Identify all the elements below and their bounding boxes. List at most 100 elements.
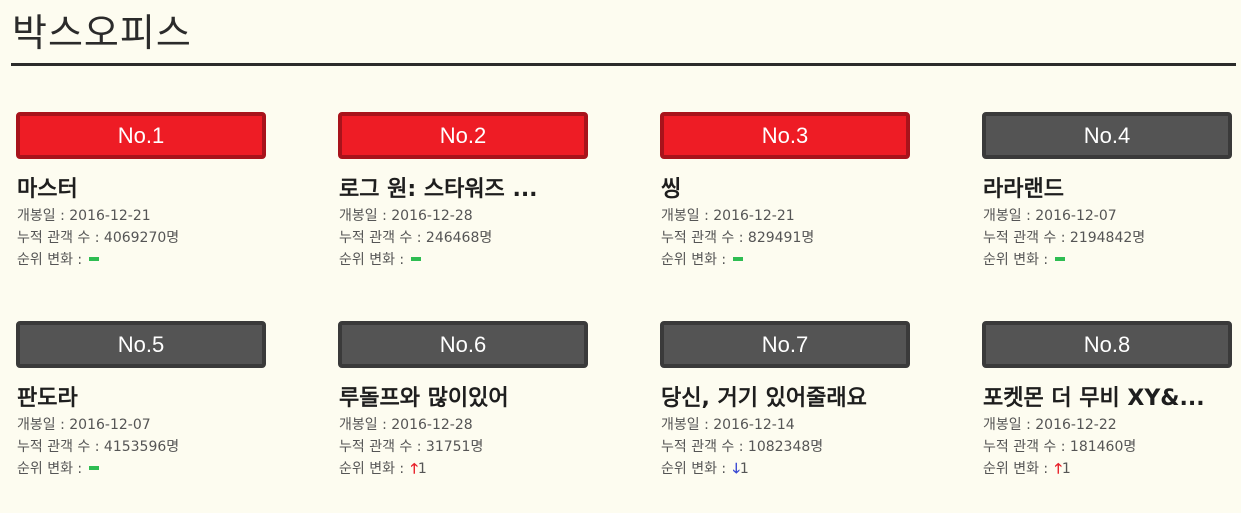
movie-title[interactable]: 당신, 거기 있어줄래요 <box>661 384 911 414</box>
open-date-value: 2016-12-28 <box>391 417 473 433</box>
arrow-up-icon: 🡑 <box>1054 461 1062 477</box>
open-date-line: 개봉일 : 2016-12-07 <box>17 414 266 436</box>
open-date-line: 개봉일 : 2016-12-22 <box>983 414 1232 436</box>
audience-unit: 명 <box>801 230 815 246</box>
open-date-label: 개봉일 : <box>661 208 714 224</box>
rank-badge: No.3 <box>660 112 910 159</box>
page-title: 박스오피스 <box>12 11 192 55</box>
movie-card[interactable]: No.2 로그 원: 스타워즈 ... 개봉일 : 2016-12-28 누적 … <box>338 112 588 274</box>
movie-title[interactable]: 포켓몬 더 무비 XY&... <box>983 384 1233 414</box>
movie-card[interactable]: No.5 판도라 개봉일 : 2016-12-07 누적 관객 수 : 4153… <box>16 321 266 483</box>
rank-change-line: 순위 변화 : <box>983 249 1232 271</box>
audience-unit: 명 <box>470 439 484 455</box>
open-date-value: 2016-12-28 <box>391 208 473 224</box>
rank-change-label: 순위 변화 : <box>983 252 1053 268</box>
movie-card[interactable]: No.7 당신, 거기 있어줄래요 개봉일 : 2016-12-14 누적 관객… <box>660 321 910 483</box>
open-date-label: 개봉일 : <box>339 208 392 224</box>
rank-badge: No.1 <box>16 112 266 159</box>
rank-change-line: 순위 변화 : <box>17 249 266 271</box>
open-date-value: 2016-12-21 <box>713 208 795 224</box>
movie-card[interactable]: No.6 루돌프와 많이있어 개봉일 : 2016-12-28 누적 관객 수 … <box>338 321 588 483</box>
audience-line: 누적 관객 수 : 2194842명 <box>983 227 1232 249</box>
rank-change-line: 순위 변화 : 🡓1 <box>661 458 910 480</box>
audience-unit: 명 <box>1123 439 1137 455</box>
audience-line: 누적 관객 수 : 246468명 <box>339 227 588 249</box>
rank-change-label: 순위 변화 : <box>983 461 1053 477</box>
movie-title[interactable]: 루돌프와 많이있어 <box>339 384 589 414</box>
audience-line: 누적 관객 수 : 31751명 <box>339 436 588 458</box>
arrow-down-icon: 🡓 <box>732 461 740 477</box>
open-date-line: 개봉일 : 2016-12-21 <box>17 205 266 227</box>
rank-change-value: 1 <box>417 461 427 477</box>
arrow-up-icon: 🡑 <box>410 461 418 477</box>
audience-value: 246468 <box>425 230 480 246</box>
rank-change-line: 순위 변화 : <box>339 249 588 271</box>
rank-badge: No.7 <box>660 321 910 368</box>
audience-value: 181460 <box>1069 439 1124 455</box>
rank-change-label: 순위 변화 : <box>17 461 87 477</box>
box-office-grid: No.1 마스터 개봉일 : 2016-12-21 누적 관객 수 : 4069… <box>16 112 1234 483</box>
no-change-icon <box>410 257 421 261</box>
rank-change-label: 순위 변화 : <box>339 252 409 268</box>
movie-title[interactable]: 로그 원: 스타워즈 ... <box>339 175 589 205</box>
rank-change-label: 순위 변화 : <box>661 252 731 268</box>
open-date-label: 개봉일 : <box>661 417 714 433</box>
open-date-label: 개봉일 : <box>983 208 1036 224</box>
rank-badge: No.4 <box>982 112 1232 159</box>
rank-change-line: 순위 변화 : 🡑1 <box>983 458 1232 480</box>
audience-label: 누적 관객 수 : <box>17 439 104 455</box>
rank-badge: No.2 <box>338 112 588 159</box>
open-date-value: 2016-12-07 <box>69 417 151 433</box>
rank-badge: No.5 <box>16 321 266 368</box>
no-change-icon <box>88 466 99 470</box>
no-change-icon <box>88 257 99 261</box>
audience-unit: 명 <box>479 230 493 246</box>
open-date-line: 개봉일 : 2016-12-07 <box>983 205 1232 227</box>
audience-value: 1082348 <box>747 439 811 455</box>
open-date-label: 개봉일 : <box>983 417 1036 433</box>
audience-unit: 명 <box>1132 230 1146 246</box>
open-date-label: 개봉일 : <box>339 417 392 433</box>
open-date-value: 2016-12-22 <box>1035 417 1117 433</box>
audience-label: 누적 관객 수 : <box>983 439 1070 455</box>
open-date-value: 2016-12-14 <box>713 417 795 433</box>
open-date-line: 개봉일 : 2016-12-28 <box>339 205 588 227</box>
audience-value: 2194842 <box>1069 230 1133 246</box>
title-divider <box>11 63 1236 66</box>
rank-change-label: 순위 변화 : <box>339 461 409 477</box>
movie-title[interactable]: 마스터 <box>17 175 267 205</box>
movie-title[interactable]: 씽 <box>661 175 911 205</box>
audience-unit: 명 <box>166 230 180 246</box>
open-date-label: 개봉일 : <box>17 208 70 224</box>
no-change-icon <box>732 257 743 261</box>
rank-badge: No.6 <box>338 321 588 368</box>
open-date-line: 개봉일 : 2016-12-21 <box>661 205 910 227</box>
audience-line: 누적 관객 수 : 4153596명 <box>17 436 266 458</box>
movie-card[interactable]: No.3 씽 개봉일 : 2016-12-21 누적 관객 수 : 829491… <box>660 112 910 274</box>
movie-title[interactable]: 판도라 <box>17 384 267 414</box>
audience-label: 누적 관객 수 : <box>339 439 426 455</box>
movie-card[interactable]: No.4 라라랜드 개봉일 : 2016-12-07 누적 관객 수 : 219… <box>982 112 1232 274</box>
rank-change-line: 순위 변화 : <box>661 249 910 271</box>
rank-change-value: 1 <box>1061 461 1071 477</box>
movie-card[interactable]: No.8 포켓몬 더 무비 XY&... 개봉일 : 2016-12-22 누적… <box>982 321 1232 483</box>
movie-card[interactable]: No.1 마스터 개봉일 : 2016-12-21 누적 관객 수 : 4069… <box>16 112 266 274</box>
audience-line: 누적 관객 수 : 4069270명 <box>17 227 266 249</box>
movie-title[interactable]: 라라랜드 <box>983 175 1233 205</box>
audience-line: 누적 관객 수 : 1082348명 <box>661 436 910 458</box>
open-date-value: 2016-12-07 <box>1035 208 1117 224</box>
open-date-value: 2016-12-21 <box>69 208 151 224</box>
rank-change-label: 순위 변화 : <box>17 252 87 268</box>
rank-change-value: 1 <box>739 461 749 477</box>
no-change-icon <box>1054 257 1065 261</box>
rank-badge: No.8 <box>982 321 1232 368</box>
audience-line: 누적 관객 수 : 181460명 <box>983 436 1232 458</box>
audience-unit: 명 <box>166 439 180 455</box>
open-date-label: 개봉일 : <box>17 417 70 433</box>
audience-label: 누적 관객 수 : <box>661 439 748 455</box>
open-date-line: 개봉일 : 2016-12-14 <box>661 414 910 436</box>
audience-value: 4153596 <box>103 439 167 455</box>
rank-change-label: 순위 변화 : <box>661 461 731 477</box>
open-date-line: 개봉일 : 2016-12-28 <box>339 414 588 436</box>
audience-unit: 명 <box>810 439 824 455</box>
